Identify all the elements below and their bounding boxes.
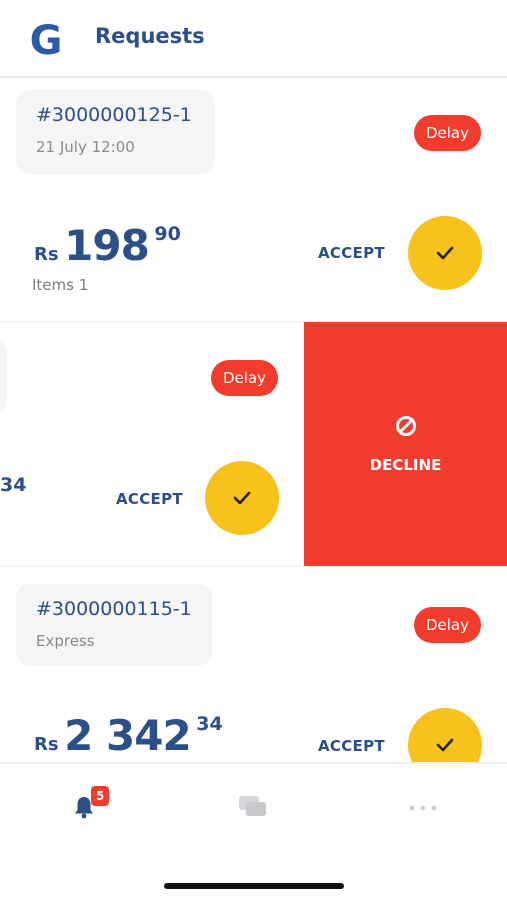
delay-button[interactable]: Delay xyxy=(211,360,278,396)
decline-label: DECLINE xyxy=(369,456,442,474)
bottom-tab-bar xyxy=(0,763,507,901)
notification-badge: 5 xyxy=(91,786,109,806)
order-info[interactable] xyxy=(0,339,7,415)
decline-action[interactable]: DECLINE xyxy=(304,322,507,566)
currency-label: Rs xyxy=(34,734,59,755)
more-icon[interactable] xyxy=(408,804,438,812)
price-integer: 198 xyxy=(64,221,150,270)
accept-button[interactable] xyxy=(408,708,482,762)
order-id: #3000000115-1 xyxy=(36,598,192,620)
order-price: 34 xyxy=(0,472,27,496)
price-decimal: 34 xyxy=(196,713,223,735)
order-price: Rs 2 342 34 xyxy=(34,711,223,760)
order-id: #3000000125-1 xyxy=(36,104,192,126)
currency-label: Rs xyxy=(34,244,59,265)
request-card-swiped: Delay 34 ACCEPT DECLINE xyxy=(0,322,507,567)
price-integer: 2 342 xyxy=(64,711,192,760)
request-card: #3000000115-1 Express Delay Rs 2 342 34 … xyxy=(0,567,507,763)
chat-icon[interactable] xyxy=(238,795,268,819)
block-icon xyxy=(396,416,416,436)
accept-label[interactable]: ACCEPT xyxy=(318,244,385,262)
app-header: G Requests xyxy=(0,0,507,78)
order-date: 21 July 12:00 xyxy=(36,138,135,156)
check-icon xyxy=(233,491,251,505)
items-count: Items 1 xyxy=(32,276,89,294)
page-title: Requests xyxy=(95,24,205,48)
app-logo: G xyxy=(30,20,63,60)
delay-button[interactable]: Delay xyxy=(414,607,481,643)
request-card: #3000000125-1 21 July 12:00 Delay Rs 198… xyxy=(0,78,507,322)
order-info[interactable]: #3000000125-1 21 July 12:00 xyxy=(16,90,215,174)
home-indicator xyxy=(164,883,344,889)
order-info[interactable]: #3000000115-1 Express xyxy=(16,584,212,666)
price-decimal: 34 xyxy=(0,474,27,496)
order-price: Rs 198 90 xyxy=(34,221,181,270)
accept-label[interactable]: ACCEPT xyxy=(116,490,183,508)
accept-button[interactable] xyxy=(408,216,482,290)
accept-label[interactable]: ACCEPT xyxy=(318,737,385,755)
svg-text:G: G xyxy=(30,20,63,60)
check-icon xyxy=(436,738,454,752)
delay-button[interactable]: Delay xyxy=(414,115,481,151)
order-type: Express xyxy=(36,632,95,650)
check-icon xyxy=(436,246,454,260)
accept-button[interactable] xyxy=(205,461,279,535)
price-decimal: 90 xyxy=(154,223,181,245)
